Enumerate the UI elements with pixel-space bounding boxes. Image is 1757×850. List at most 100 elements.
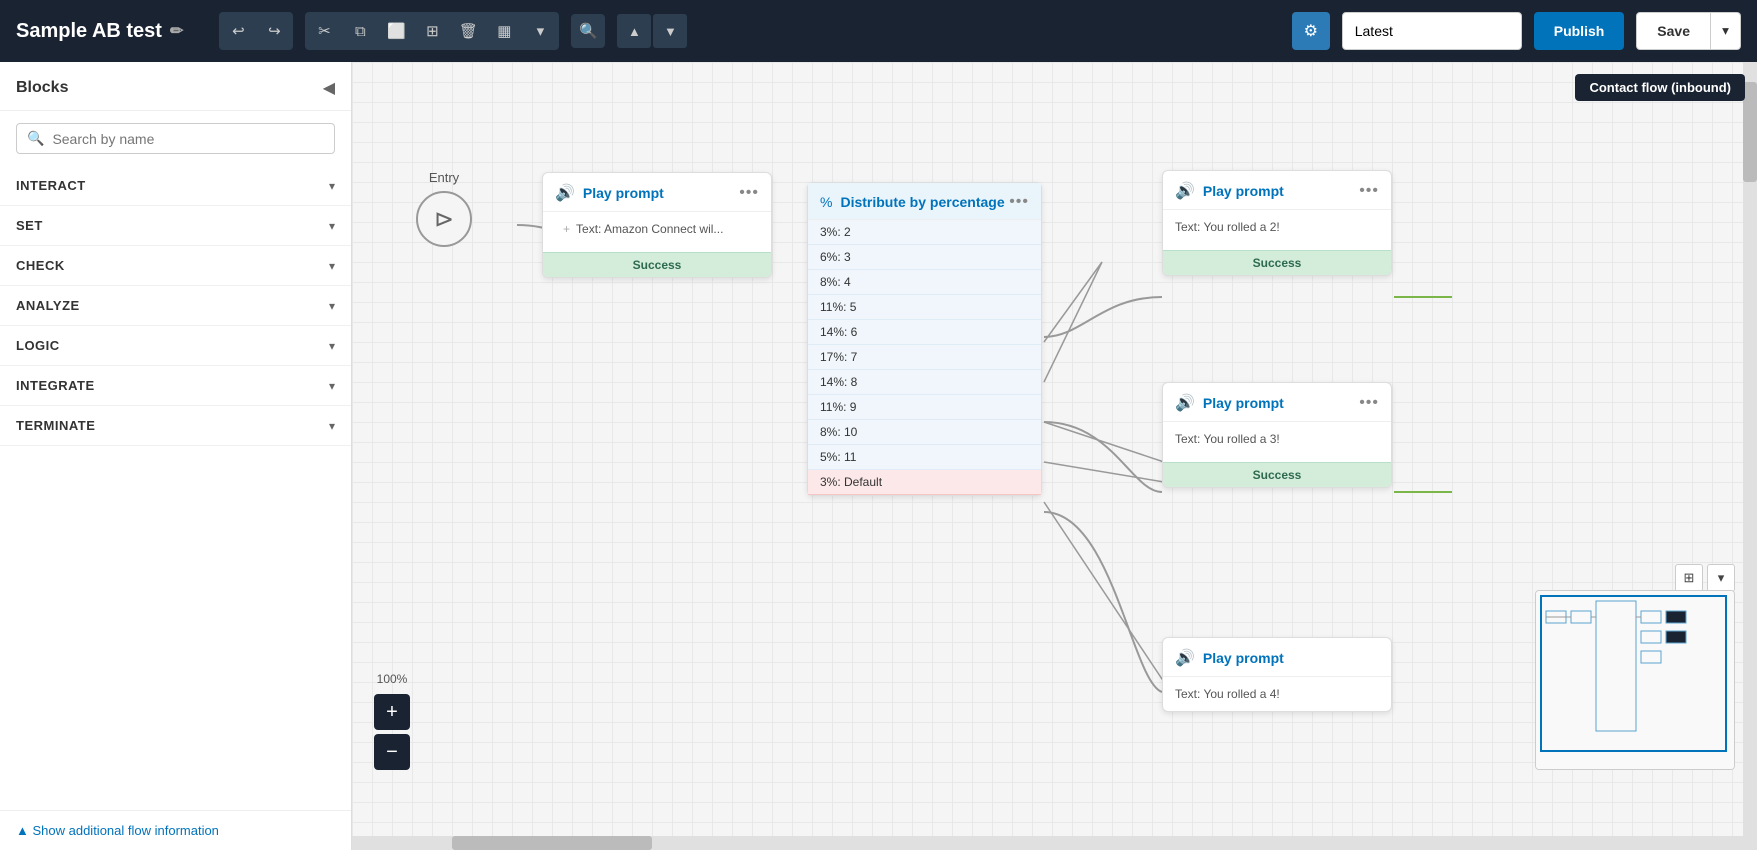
zoom-out-button[interactable]: − — [374, 734, 410, 770]
node-dist-title: Distribute by percentage — [840, 194, 1004, 210]
sidebar-item-terminate[interactable]: TERMINATE ▾ — [0, 406, 351, 446]
nav-up-button[interactable]: ▲ — [617, 14, 651, 48]
search-icon: 🔍 — [27, 130, 44, 147]
zoom-controls: 100% + − — [374, 672, 410, 770]
settings-button[interactable]: ⚙ — [1292, 12, 1330, 50]
save-button[interactable]: Save — [1636, 12, 1711, 50]
node-menu-3[interactable]: ••• — [1359, 394, 1379, 412]
wrap-button[interactable]: ⬜ — [379, 14, 413, 48]
table-button[interactable]: ▦ — [487, 14, 521, 48]
node-play-prompt-1[interactable]: 🔊 Play prompt ••• + Text: Amazon Connect… — [542, 172, 772, 278]
main-content: Blocks ◀ 🔍 INTERACT ▾ SET ▾ CHECK ▾ ANAL… — [0, 62, 1757, 850]
horizontal-scrollbar[interactable] — [352, 836, 1757, 850]
sidebar-item-interact[interactable]: INTERACT ▾ — [0, 166, 351, 206]
search-button[interactable]: 🔍 — [571, 14, 605, 48]
node-entry: Entry ⊳ — [416, 170, 472, 247]
chevron-down-icon-logic: ▾ — [329, 339, 335, 353]
node-dist-header-left: % Distribute by percentage — [820, 194, 1005, 210]
nav-down-button[interactable]: ▼ — [653, 14, 687, 48]
node-success-2: Success — [1163, 250, 1391, 275]
undo-button[interactable]: ↩ — [221, 14, 255, 48]
node-play-prompt-1-header: 🔊 Play prompt ••• — [543, 173, 771, 212]
toolbar-undo-redo: ↩ ↪ — [219, 12, 293, 50]
node-title-1: Play prompt — [583, 185, 664, 201]
node-header-left: 🔊 Play prompt — [555, 183, 664, 203]
node-body-1: + Text: Amazon Connect wil... — [543, 212, 771, 246]
connector-plus-icon-1: + — [563, 222, 570, 236]
sidebar: Blocks ◀ 🔍 INTERACT ▾ SET ▾ CHECK ▾ ANAL… — [0, 62, 352, 850]
node-title-2: Play prompt — [1203, 183, 1284, 199]
save-group: Save ▾ — [1636, 12, 1741, 50]
minimap-inner — [1536, 591, 1734, 769]
sidebar-title: Blocks — [16, 79, 68, 97]
sidebar-item-logic[interactable]: LOGIC ▾ — [0, 326, 351, 366]
sidebar-label-interact: INTERACT — [16, 178, 86, 193]
sidebar-item-integrate[interactable]: INTEGRATE ▾ — [0, 366, 351, 406]
node-text-4: Text: You rolled a 4! — [1175, 687, 1280, 701]
chevron-down-icon-terminate: ▾ — [329, 419, 335, 433]
node-text-2: Text: You rolled a 2! — [1175, 220, 1280, 234]
sidebar-label-analyze: ANALYZE — [16, 298, 80, 313]
node-play-prompt-3[interactable]: 🔊 Play prompt ••• Text: You rolled a 3! … — [1162, 382, 1392, 488]
node-dist-menu[interactable]: ••• — [1009, 193, 1029, 211]
node-play-prompt-4[interactable]: 🔊 Play prompt Text: You rolled a 4! — [1162, 637, 1392, 712]
chevron-down-icon-check: ▾ — [329, 259, 335, 273]
node-text-3: Text: You rolled a 3! — [1175, 432, 1280, 446]
zoom-in-button[interactable]: + — [374, 694, 410, 730]
edit-icon[interactable]: ✏ — [170, 21, 183, 41]
toolbar-edit: ✂ ⧉ ⬜ ⊞ 🗑 ▦ ▾ — [305, 12, 559, 50]
dist-row-9: 5%: 11 — [808, 445, 1041, 470]
minimap-toggle-button[interactable]: ▾ — [1707, 564, 1735, 592]
node-menu-2[interactable]: ••• — [1359, 182, 1379, 200]
node-text-1: Text: Amazon Connect wil... — [576, 222, 723, 236]
publish-button[interactable]: Publish — [1534, 12, 1625, 50]
save-dropdown-button[interactable]: ▾ — [1711, 12, 1741, 50]
dist-row-0: 3%: 2 — [808, 220, 1041, 245]
dist-row-7: 11%: 9 — [808, 395, 1041, 420]
speaker-icon-4: 🔊 — [1175, 648, 1195, 668]
node-title-4: Play prompt — [1203, 650, 1284, 666]
canvas-area[interactable]: Contact flow (inbound) — [352, 62, 1757, 850]
speaker-icon-3: 🔊 — [1175, 393, 1195, 413]
sidebar-footer[interactable]: ▲ Show additional flow information — [0, 810, 351, 850]
sidebar-sections: INTERACT ▾ SET ▾ CHECK ▾ ANALYZE ▾ LOGIC… — [0, 166, 351, 810]
nav-arrows: ▲ ▼ — [617, 14, 687, 48]
sidebar-label-terminate: TERMINATE — [16, 418, 95, 433]
version-wrapper: Latest Version 1 Version 2 — [1342, 12, 1522, 50]
dist-row-2: 8%: 4 — [808, 270, 1041, 295]
menu-dropdown-button[interactable]: ▾ — [523, 14, 557, 48]
speaker-icon-2: 🔊 — [1175, 181, 1195, 201]
entry-icon: ⊳ — [416, 191, 472, 247]
version-select[interactable]: Latest Version 1 Version 2 — [1342, 12, 1522, 50]
delete-button[interactable]: 🗑 — [451, 14, 485, 48]
flow-type-badge: Contact flow (inbound) — [1575, 74, 1745, 101]
app-title-text: Sample AB test — [16, 20, 162, 43]
grid-button[interactable]: ⊞ — [415, 14, 449, 48]
chevron-down-icon-set: ▾ — [329, 219, 335, 233]
sidebar-item-analyze[interactable]: ANALYZE ▾ — [0, 286, 351, 326]
node-success-1: Success — [543, 252, 771, 277]
node-play-prompt-2-header: 🔊 Play prompt ••• — [1163, 171, 1391, 210]
node-menu-1[interactable]: ••• — [739, 184, 759, 202]
connector-row-1: + Text: Amazon Connect wil... — [555, 220, 759, 238]
minimap-resize-button[interactable]: ⊞ — [1675, 564, 1703, 592]
app-title: Sample AB test ✏ — [16, 20, 183, 43]
chevron-down-icon-integrate: ▾ — [329, 379, 335, 393]
node-play-prompt-2[interactable]: 🔊 Play prompt ••• Text: You rolled a 2! … — [1162, 170, 1392, 276]
sidebar-collapse-button[interactable]: ◀ — [323, 78, 335, 98]
search-input[interactable] — [52, 131, 324, 147]
dist-row-4: 14%: 6 — [808, 320, 1041, 345]
cut-button[interactable]: ✂ — [307, 14, 341, 48]
dist-row-3: 11%: 5 — [808, 295, 1041, 320]
sidebar-item-check[interactable]: CHECK ▾ — [0, 246, 351, 286]
dist-row-6: 14%: 8 — [808, 370, 1041, 395]
node-play-prompt-4-header: 🔊 Play prompt — [1163, 638, 1391, 677]
node-distribute-1[interactable]: % Distribute by percentage ••• 3%: 2 6%:… — [807, 182, 1042, 496]
minimap-controls: ⊞ ▾ — [1675, 564, 1735, 592]
dist-row-5: 17%: 7 — [808, 345, 1041, 370]
copy-button[interactable]: ⧉ — [343, 14, 377, 48]
dist-row-8: 8%: 10 — [808, 420, 1041, 445]
sidebar-item-set[interactable]: SET ▾ — [0, 206, 351, 246]
vertical-scrollbar[interactable] — [1743, 62, 1757, 836]
redo-button[interactable]: ↪ — [257, 14, 291, 48]
